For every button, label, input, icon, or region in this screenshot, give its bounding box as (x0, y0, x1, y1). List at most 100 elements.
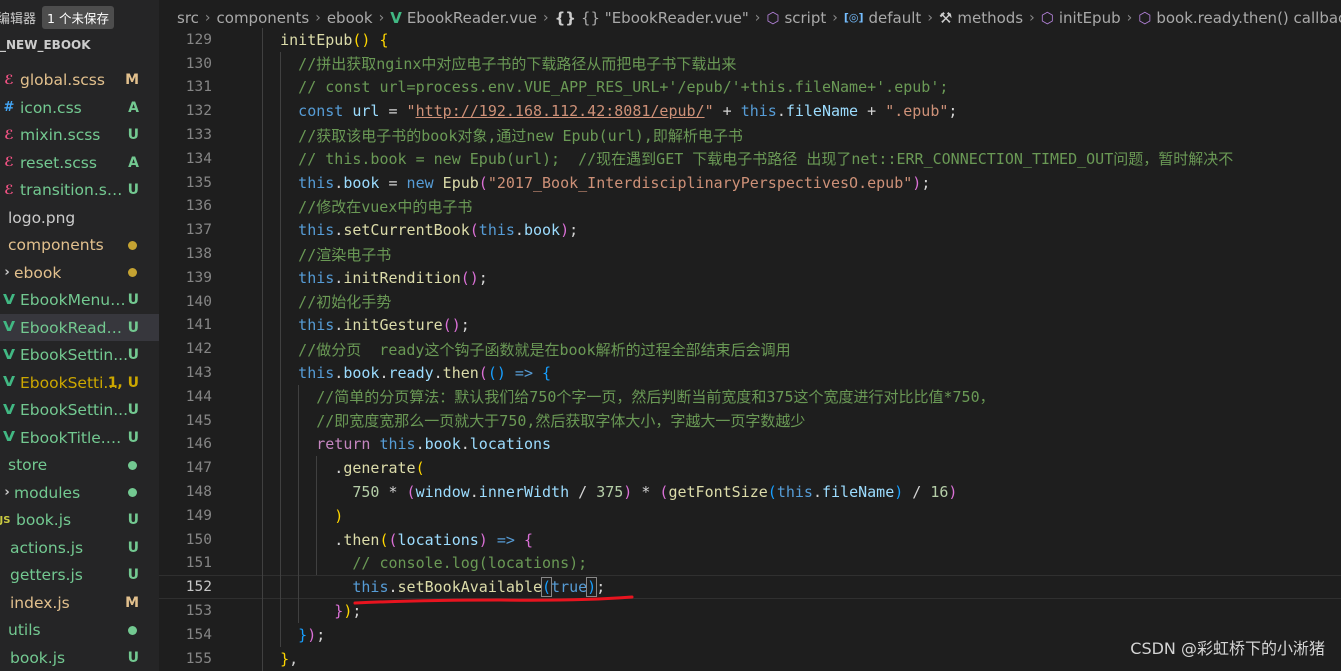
code-line[interactable]: 129 initEpub() { (159, 28, 1341, 52)
file-tree-item[interactable]: › ebook (0, 259, 159, 287)
code-line[interactable]: 143 this. book. ready. then(() => { (159, 361, 1341, 385)
code-line[interactable]: 149) (159, 504, 1341, 528)
file-name: modules (14, 483, 81, 502)
code-line[interactable]: 144 //简单的分页算法：默认我们给750个字一页，然后判断当前宽度和375这个… (159, 385, 1341, 409)
code-token: ( (379, 530, 389, 549)
git-status-badge: A (128, 99, 139, 116)
vue-file-icon: V (2, 430, 16, 445)
line-number: 135 (185, 174, 212, 191)
line-number: 140 (185, 293, 212, 310)
code-line[interactable]: 141 this. initGesture(); (159, 314, 1341, 338)
code-line[interactable]: 140 //初始化手势 (159, 290, 1341, 314)
line-number: 154 (185, 626, 212, 643)
file-tree-item[interactable]: ℰtransition.scss U (0, 176, 159, 204)
code-token: ) (478, 530, 488, 549)
file-tree-item[interactable]: book.js U (0, 644, 159, 671)
file-tree-item[interactable]: components (0, 231, 159, 259)
git-status-badge: 1, U (107, 374, 139, 391)
code-line[interactable]: 148 750 * (window. innerWidth / 375) * (ge… (159, 480, 1341, 504)
line-text: // this.book = new Epub(url); //现在遇到GET … (298, 147, 1233, 171)
file-tree-item[interactable]: getters.js U (0, 561, 159, 589)
code-line[interactable]: 136 //修改在vuex中的电子书 (159, 195, 1341, 219)
code-line[interactable]: 151 // console.log(locations); (159, 552, 1341, 576)
breadcrumb-item[interactable]: default (869, 9, 922, 27)
file-tree-item[interactable]: V EbookReade... U (0, 313, 159, 342)
code-token: ) (343, 602, 353, 621)
line-text: . then((locations) => { (334, 528, 533, 552)
code-line[interactable]: 145 //即宽度宽那么一页就大于750,然后获取字体大小，字越大一页字数越少 (159, 409, 1341, 433)
code-token: () (487, 364, 506, 383)
file-tree-item[interactable]: JS book.js U (0, 506, 159, 534)
breadcrumb-item[interactable]: initEpub (1059, 9, 1121, 27)
file-tree-item[interactable]: ℰmixin.scss U (0, 121, 159, 149)
open-editors-title[interactable]: 的编辑器 (0, 8, 36, 27)
code-line[interactable]: 132 const url = " http://192.168.112.42:80… (159, 99, 1341, 123)
file-tree-item[interactable]: › modules (0, 479, 159, 507)
code-line[interactable]: 152 this. setBookAvailable(true); (159, 575, 1341, 599)
breadcrumb-item[interactable]: components (217, 9, 310, 27)
file-tree-item[interactable]: ℰglobal.scss M (0, 66, 159, 94)
git-status-badge: U (127, 402, 139, 418)
code-token: ; (478, 268, 488, 287)
code-line[interactable]: 135 this. book = new Epub("2017_Book_Inter… (159, 171, 1341, 195)
code-token: . (415, 435, 425, 454)
git-status-badge: M (125, 72, 139, 88)
chevron-icon: › (4, 485, 10, 500)
file-tree-item[interactable]: V EbookSetti... 1, U (0, 369, 159, 397)
code-line[interactable]: 131 // const url=process.env.VUE_APP_RES_… (159, 76, 1341, 100)
indent-guide (262, 28, 264, 671)
line-number: 143 (185, 365, 212, 382)
file-tree-item[interactable]: V EbookTitle.v... U (0, 424, 159, 452)
code-token: ) (586, 577, 598, 598)
file-tree-item[interactable]: # icon.css A (0, 94, 159, 122)
status-dot (128, 268, 137, 277)
code-token: ) (623, 483, 633, 502)
file-tree-item[interactable]: ℰreset.scss A (0, 149, 159, 177)
code-line[interactable]: 150. then((locations) => { (159, 528, 1341, 552)
project-root[interactable]: _NEW_EBOOK (0, 35, 159, 55)
code-token: { (542, 364, 552, 383)
breadcrumb-item[interactable]: methods (957, 9, 1023, 27)
line-text: //拼出获取nginx中对应电子书的下载路径从而把电子书下载出来 (298, 52, 736, 76)
file-tree-item[interactable]: logo.png (0, 204, 159, 232)
line-number: 152 (185, 579, 212, 596)
file-tree-item[interactable]: index.js M (0, 589, 159, 617)
code-editor[interactable]: src › components › ebook › V EbookReader.vue › {}… (159, 0, 1341, 671)
breadcrumb-item[interactable]: EbookReader.vue (407, 9, 537, 27)
line-text: //简单的分页算法：默认我们给750个字一页，然后判断当前宽度和375这个宽度进… (316, 385, 994, 409)
code-lines[interactable]: 129 initEpub() {130//拼出获取nginx中对应电子书的下载路径… (159, 28, 1341, 671)
code-token: this (478, 221, 515, 240)
code-line[interactable]: 139 this. initRendition(); (159, 266, 1341, 290)
code-line[interactable]: 142 //做分页 ready这个钩子函数就是在book解析的过程全部结束后会调用 (159, 337, 1341, 361)
breadcrumb-item[interactable]: {} "EbookReader.vue" (581, 9, 749, 27)
breadcrumb-item[interactable]: script (784, 9, 826, 27)
file-tree-item[interactable]: store (0, 451, 159, 479)
file-tree-item[interactable]: V EbookSettin... U (0, 341, 159, 369)
code-token: ) (948, 483, 958, 502)
code-line[interactable]: 133 //获取该电子书的book对象,通过new Epub(url),即解析电子… (159, 123, 1341, 147)
line-text: 750 * (window. innerWidth / 375) * (getFo… (352, 480, 957, 504)
file-tree-item[interactable]: utils (0, 616, 159, 644)
breadcrumb-item[interactable]: ebook (327, 9, 373, 27)
code-line[interactable]: 146 return this. book. locations (159, 433, 1341, 457)
code-line[interactable]: 138 //渲染电子书 (159, 242, 1341, 266)
breadcrumb-item[interactable]: src (177, 9, 199, 27)
file-tree-item[interactable]: V EbookMenu.... U (0, 286, 159, 314)
code-line[interactable]: 153}); (159, 599, 1341, 623)
code-line[interactable]: 130 //拼出获取nginx中对应电子书的下载路径从而把电子书下载出来 (159, 52, 1341, 76)
line-text: }); (298, 623, 325, 647)
line-text: // const url=process.env.VUE_APP_RES_URL… (298, 76, 948, 100)
code-line[interactable]: 137 this. setCurrentBook(this. book); (159, 218, 1341, 242)
status-dot (128, 488, 137, 497)
code-line[interactable]: 147. generate( (159, 456, 1341, 480)
code-token: this (298, 173, 335, 192)
file-name: EbookMenu.... (20, 291, 128, 309)
breadcrumb-item[interactable]: book.ready.then() callback (1156, 9, 1341, 27)
file-name: EbookReade... (20, 318, 128, 337)
file-tree-item[interactable]: V EbookSettin... U (0, 396, 159, 424)
code-line[interactable]: 134 // this.book = new Epub(url); //现在遇到G… (159, 147, 1341, 171)
line-text: // console.log(locations); (352, 552, 587, 576)
file-tree-item[interactable]: actions.js U (0, 534, 159, 562)
